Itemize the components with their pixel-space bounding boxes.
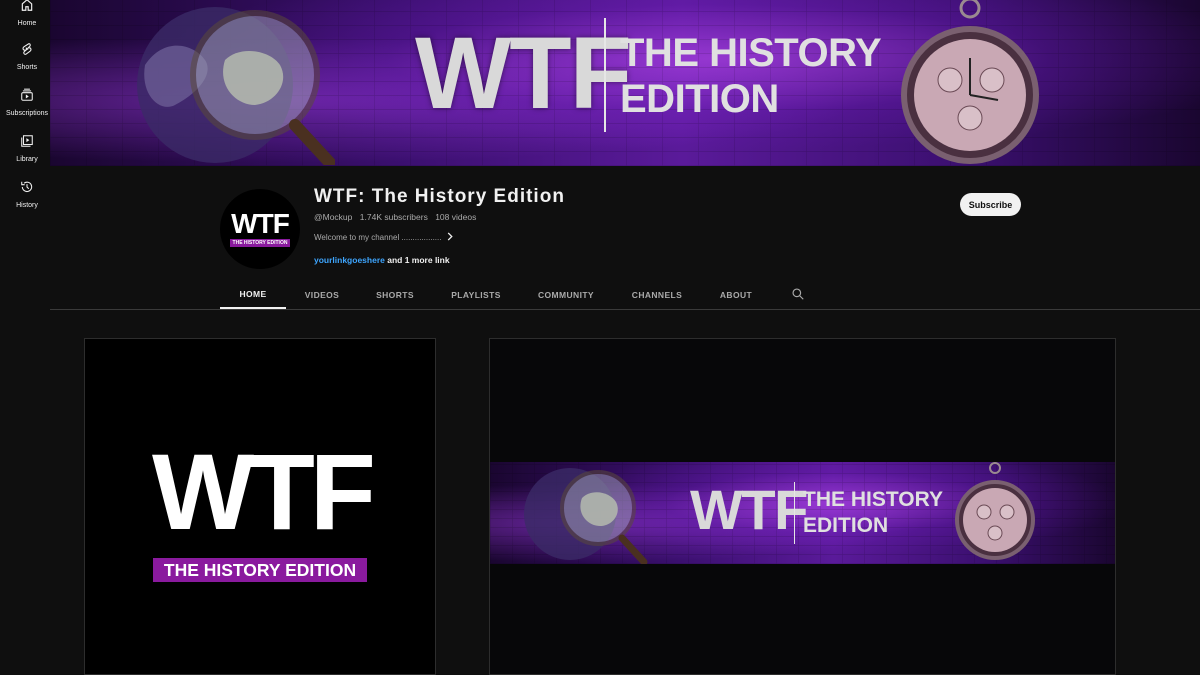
home-icon — [20, 0, 34, 17]
tabs-divider — [50, 309, 1200, 310]
banner-title-wtf: WTF — [415, 16, 632, 130]
tab-videos[interactable]: VIDEOS — [296, 280, 348, 309]
sidebar-item-library[interactable]: Library — [0, 134, 54, 178]
shorts-icon — [20, 42, 34, 61]
tab-channels[interactable]: CHANNELS — [624, 280, 690, 309]
video-count: 108 videos — [435, 212, 477, 222]
description-text: Welcome to my channel .................. — [314, 233, 442, 242]
channel-links: yourlinkgoeshere and 1 more link — [314, 255, 450, 265]
banner-subtitle-line2: EDITION — [620, 77, 779, 121]
tab-shorts[interactable]: SHORTS — [368, 280, 422, 309]
search-icon[interactable] — [791, 287, 805, 301]
banner-preview-line2: EDITION — [803, 514, 889, 537]
banner-preview-wtf: WTF — [690, 478, 808, 541]
tab-community[interactable]: COMMUNITY — [530, 280, 602, 309]
preview-pocket-watch-image — [955, 462, 1035, 560]
subscriptions-icon — [20, 88, 34, 107]
sidebar-item-label: History — [16, 202, 38, 209]
sidebar-item-history[interactable]: History — [0, 180, 54, 224]
sidebar-item-shorts[interactable]: Shorts — [0, 42, 54, 86]
banner-preview-divider — [794, 482, 795, 544]
library-icon — [20, 134, 34, 153]
sidebar-item-label: Home — [17, 20, 37, 27]
channel-banner: WTF THE HISTORY EDITION — [50, 0, 1200, 166]
channel-avatar[interactable]: WTF THE HISTORY EDITION — [220, 189, 300, 269]
sidebar-item-subscriptions[interactable]: Subscriptions — [0, 88, 54, 132]
banner-divider — [604, 18, 606, 132]
logo-preview-strip: THE HISTORY EDITION — [153, 558, 367, 582]
banner-preview-line1: THE HISTORY — [803, 488, 944, 511]
logo-preview-title: WTF — [152, 431, 376, 552]
subscribe-button[interactable]: Subscribe — [960, 193, 1021, 216]
sidebar-item-label: Subscriptions — [5, 110, 49, 117]
map-magnifier-image — [137, 7, 335, 165]
chevron-right-icon — [446, 232, 454, 243]
banner-preview: WTF THE HISTORY EDITION — [490, 462, 1115, 564]
channel-name: WTF: The History Edition — [314, 186, 565, 207]
channel-description[interactable]: Welcome to my channel .................. — [314, 232, 454, 243]
channel-link[interactable]: yourlinkgoeshere — [314, 255, 385, 265]
avatar-logo-strip: THE HISTORY EDITION — [229, 239, 291, 247]
tab-about[interactable]: ABOUT — [712, 280, 760, 309]
avatar-logo-text: WTF — [231, 208, 290, 239]
sidebar: Home Shorts Subscriptions Library Histor… — [0, 0, 50, 675]
sidebar-item-home[interactable]: Home — [0, 0, 54, 42]
pocket-watch-image — [901, 0, 1039, 164]
channel-meta: @Mockup 1.74K subscribers 108 videos — [314, 212, 481, 222]
banner-subtitle-line1: THE HISTORY — [620, 31, 882, 75]
sidebar-item-label: Shorts — [16, 64, 38, 71]
history-icon — [20, 180, 34, 199]
subscriber-count: 1.74K subscribers — [359, 212, 428, 222]
more-links[interactable]: and 1 more link — [387, 255, 449, 265]
sidebar-item-label: Library — [16, 156, 38, 163]
tab-playlists[interactable]: PLAYLISTS — [442, 280, 510, 309]
banner-preview-subtitle: THE HISTORY EDITION — [803, 487, 943, 539]
channel-handle: @Mockup — [314, 212, 353, 222]
tab-home[interactable]: HOME — [220, 280, 286, 309]
preview-map-magnifier-image — [524, 468, 648, 564]
banner-subtitle: THE HISTORY EDITION — [620, 30, 882, 122]
